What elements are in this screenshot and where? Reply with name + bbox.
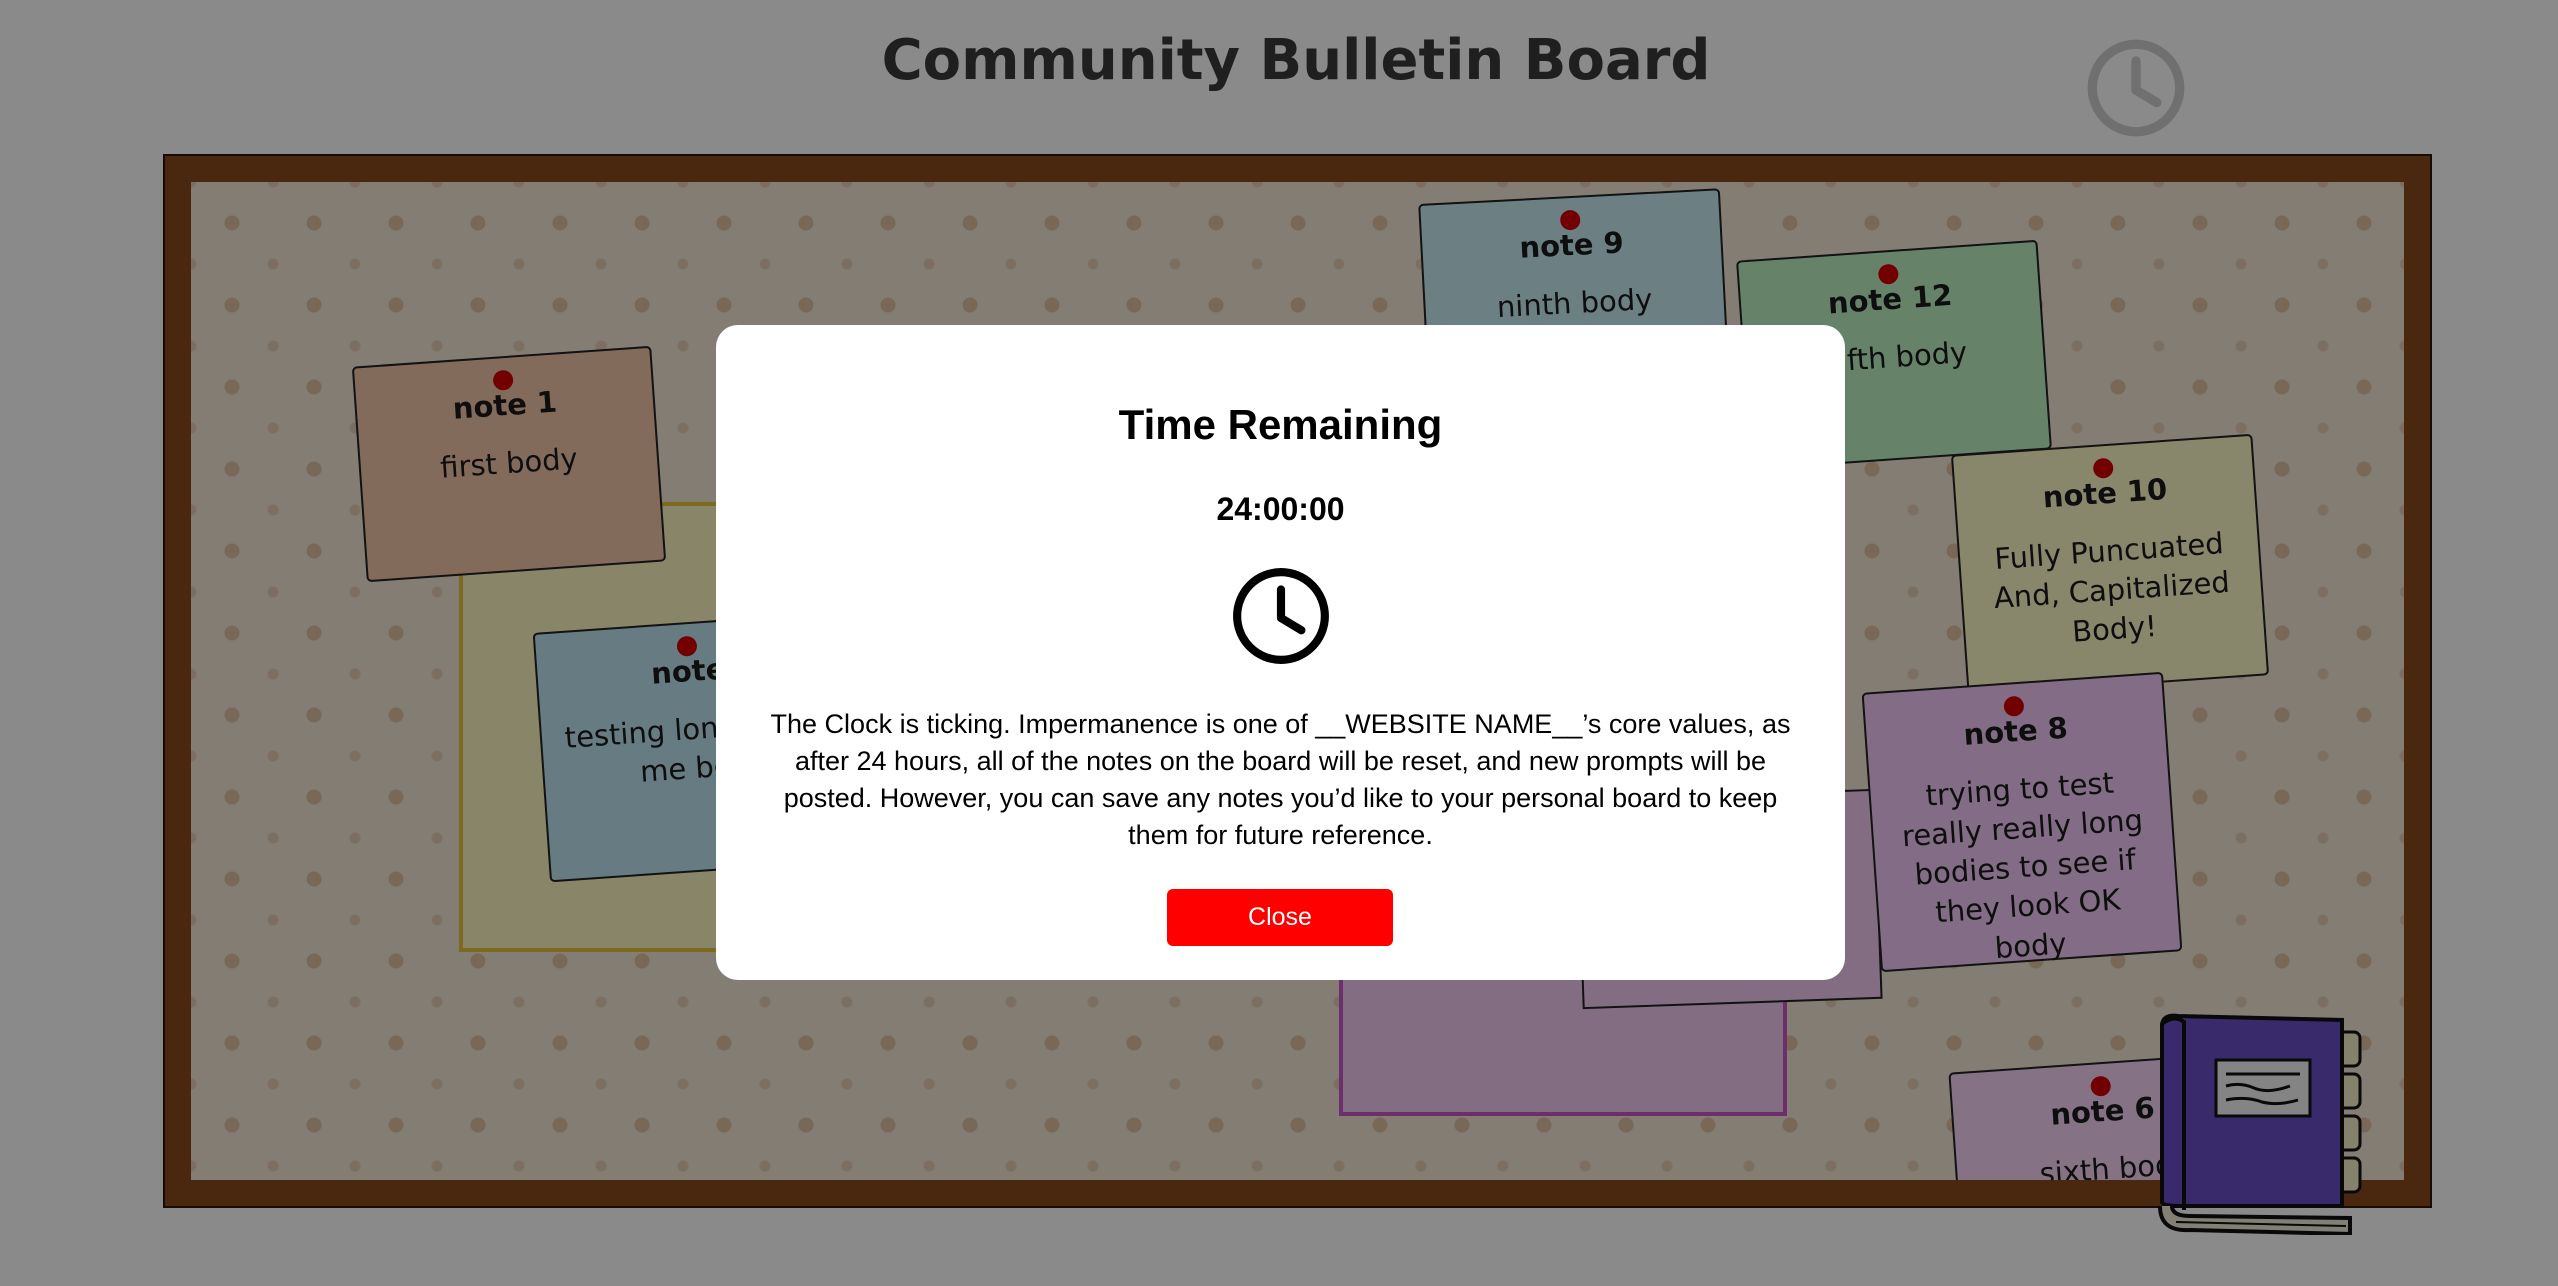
modal-title: Time Remaining — [1118, 401, 1443, 448]
time-remaining-modal: Time Remaining 24:00:00 The Clock is tic… — [716, 325, 1845, 980]
countdown-timer: 24:00:00 — [1216, 491, 1345, 527]
modal-description: The Clock is ticking. Impermanence is on… — [770, 709, 1791, 850]
close-button[interactable]: Close — [1167, 889, 1393, 946]
clock-icon — [1233, 568, 1329, 664]
